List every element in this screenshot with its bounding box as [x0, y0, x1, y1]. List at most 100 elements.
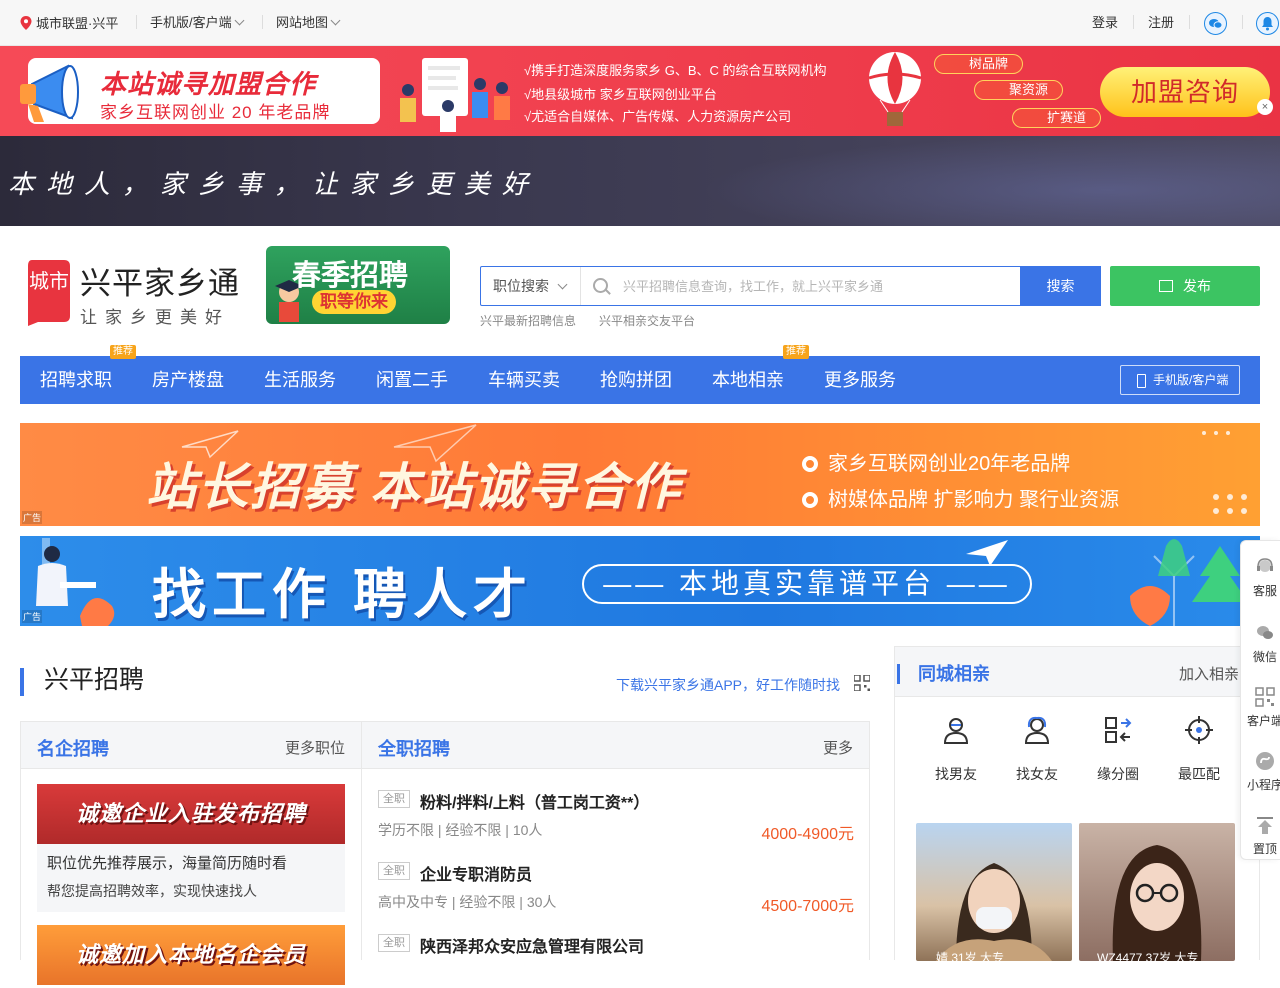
search-category-select[interactable]: 职位搜索 [481, 267, 581, 305]
download-app-link[interactable]: 下载兴平家乡通APP，好工作随时找 [616, 675, 840, 695]
profile-photo[interactable]: WZ4477 37岁 大专 [1079, 823, 1235, 961]
promo-tag: 聚资源 [974, 80, 1064, 100]
ad1-point: 家乡互联网创业20年老品牌 [802, 447, 1070, 476]
job-title[interactable]: 陕西泽邦众安应急管理有限公司 [420, 933, 644, 957]
paper-plane-icon [966, 540, 1008, 566]
team-illustration [400, 58, 510, 132]
nav-item-secondhand[interactable]: 闲置二手 [376, 368, 448, 392]
chevron-down-icon [557, 279, 568, 290]
nav-item-realestate[interactable]: 房产楼盘 [152, 368, 224, 392]
headset-icon [1257, 558, 1273, 572]
section-title-jobs: 兴平招聘 [20, 666, 144, 696]
logo-icon[interactable]: 城市 [24, 256, 72, 326]
nav-item-group-buy[interactable]: 抢购拼团 [600, 368, 672, 392]
qr-code-icon[interactable] [854, 675, 870, 691]
main-nav: 招聘求职 推荐 房产楼盘 生活服务 闲置二手 车辆买卖 抢购拼团 本地相亲 推荐… [20, 345, 1260, 404]
search-input[interactable] [623, 271, 1013, 301]
publish-button[interactable]: 发布 [1110, 266, 1260, 306]
logo-badge-text: 城市 [29, 269, 69, 293]
mobile-client-link[interactable]: 手机版/客户端 [150, 14, 245, 32]
ad-label: 广告 [22, 610, 43, 623]
nav-item-more[interactable]: 更多服务 [824, 368, 896, 392]
join-dating-link[interactable]: 加入相亲 [1179, 663, 1239, 684]
best-match-button[interactable]: 最匹配 [1169, 715, 1229, 784]
wechat-icon[interactable] [1204, 12, 1227, 35]
more-jobs-link[interactable]: 更多职位 [285, 737, 345, 758]
notification-bell-icon[interactable] [1256, 12, 1279, 35]
job-salary: 4500-7000元 [761, 898, 854, 915]
circle-share-icon [1105, 717, 1132, 743]
job-meta: 高中及中专 | 经验不限 | 30人 [378, 894, 557, 910]
female-user-icon [1024, 716, 1050, 744]
arrow-up-icon [1257, 817, 1273, 834]
floating-toolbar: 客服 微信 客户端 小程序 置顶 [1240, 540, 1280, 860]
franchise-consult-button[interactable]: 加盟咨询 [1100, 67, 1270, 117]
hot-badge: 推荐 [783, 345, 809, 359]
job-type-tag: 全职 [378, 934, 410, 952]
job-title[interactable]: 粉料/拌料/上料（普工岗工资**） [420, 789, 649, 813]
panel-title[interactable]: 全职招聘 [378, 735, 450, 761]
find-girlfriend-button[interactable]: 找女友 [1007, 715, 1067, 784]
hot-air-balloon-icon [868, 52, 922, 126]
promo-subtitle: 家乡互联网创业 20 年老品牌 [100, 103, 331, 122]
nav-item-vehicles[interactable]: 车辆买卖 [488, 368, 560, 392]
target-icon [1185, 716, 1213, 744]
nav-item-dating[interactable]: 本地相亲 [712, 368, 784, 392]
profile-caption: WZ4477 37岁 大专 [1097, 951, 1199, 961]
nav-item-jobs[interactable]: 招聘求职 [40, 368, 112, 392]
profile-portrait [936, 863, 1052, 961]
sitemap-link[interactable]: 网站地图 [276, 14, 341, 32]
city-union-link[interactable]: 城市联盟·兴平 [20, 14, 118, 33]
job-title[interactable]: 企业专职消防员 [420, 861, 532, 885]
login-link[interactable]: 登录 [1092, 14, 1118, 32]
station-master-ad[interactable]: 站长招募 本站诚寻合作 家乡互联网创业20年老品牌 树媒体品牌 扩影响力 聚行业… [20, 423, 1260, 526]
nav-mobile-client-button[interactable]: 手机版/客户端 [1120, 365, 1240, 395]
register-link[interactable]: 注册 [1148, 14, 1174, 32]
close-icon[interactable]: × [1257, 99, 1273, 115]
mini-program-button[interactable]: 小程序 [1241, 751, 1280, 793]
top-bar: 城市联盟·兴平 手机版/客户端 网站地图 登录 注册 [0, 0, 1280, 46]
promo-bullet: √地县级城市 家乡互联网创业平台 [524, 87, 717, 102]
chevron-down-icon [234, 15, 245, 26]
profile-portrait [1112, 845, 1202, 961]
edit-icon [1159, 280, 1173, 292]
panel-title[interactable]: 同城相亲 [897, 664, 990, 684]
tree-illustration [1130, 539, 1248, 626]
promo-tag: 树品牌 [934, 54, 1024, 74]
qr-code-icon [1255, 687, 1275, 707]
male-user-icon [943, 718, 969, 744]
mini-program-icon [1256, 752, 1274, 770]
dating-panel: 同城相亲 加入相亲 找男友 找女友 缘分圈 最匹配 婧 31岁 大专 WZ447… [894, 646, 1260, 961]
fate-circle-button[interactable]: 缘分圈 [1088, 715, 1148, 784]
franchise-promo-banner[interactable]: 本站诚寻加盟合作 家乡互联网创业 20 年老品牌 √携手打造深度服务家乡 G、B… [0, 46, 1280, 136]
promo-title: 本站诚寻加盟合作 [100, 69, 317, 99]
find-job-ad[interactable]: 找工作 聘人才 —— 本地真实靠谱平台 —— 广告 [20, 536, 1260, 626]
hot-link[interactable]: 兴平相亲交友平台 [599, 312, 695, 329]
company-promo-card[interactable]: 诚邀企业入驻发布招聘 职位优先推荐展示，海量简历随时看 帮您提高招聘效率，实现快… [37, 784, 345, 912]
wechat-button[interactable]: 微信 [1241, 623, 1280, 665]
search-bar: 职位搜索 搜索 [480, 266, 1101, 306]
nav-item-life-services[interactable]: 生活服务 [264, 368, 336, 392]
promo-card: 本站诚寻加盟合作 家乡互联网创业 20 年老品牌 [20, 58, 380, 124]
client-download-button[interactable]: 客户端 [1241, 687, 1280, 729]
company-promo-card[interactable]: 诚邀加入本地名企会员 [37, 925, 345, 985]
find-boyfriend-button[interactable]: 找男友 [926, 715, 986, 784]
profile-caption: 婧 31岁 大专 [936, 951, 1005, 961]
promo-card-body: 职位优先推荐展示，海量简历随时看 帮您提高招聘效率，实现快速找人 [37, 844, 345, 912]
back-to-top-button[interactable]: 置顶 [1241, 815, 1280, 857]
customer-service-button[interactable]: 客服 [1241, 557, 1280, 599]
job-row[interactable]: 全职 企业专职消防员 高中及中专 | 经验不限 | 30人 4500-7000元 [378, 856, 854, 916]
job-type-tag: 全职 [378, 790, 410, 808]
panel-title[interactable]: 名企招聘 [37, 735, 109, 761]
job-row[interactable]: 全职 粉料/拌料/上料（普工岗工资**） 学历不限 | 经验不限 | 10人 4… [378, 784, 854, 844]
job-type-tag: 全职 [378, 862, 410, 880]
spring-recruit-badge[interactable]: 春季招聘 职等你来 [266, 246, 450, 324]
profile-photo[interactable]: 婧 31岁 大专 [916, 823, 1072, 961]
hot-link[interactable]: 兴平最新招聘信息 [480, 312, 576, 329]
promo-bullet: √携手打造深度服务家乡 G、B、C 的综合互联网机构 [524, 63, 827, 78]
job-row[interactable]: 全职 陕西泽邦众安应急管理有限公司 [378, 928, 854, 988]
slogan-banner: 本地人，家乡事，让家乡更美好 [0, 136, 1280, 226]
slogan-text: 本地人，家乡事，让家乡更美好 [8, 170, 541, 200]
search-button[interactable]: 搜索 [1020, 266, 1101, 306]
more-link[interactable]: 更多 [823, 737, 853, 758]
